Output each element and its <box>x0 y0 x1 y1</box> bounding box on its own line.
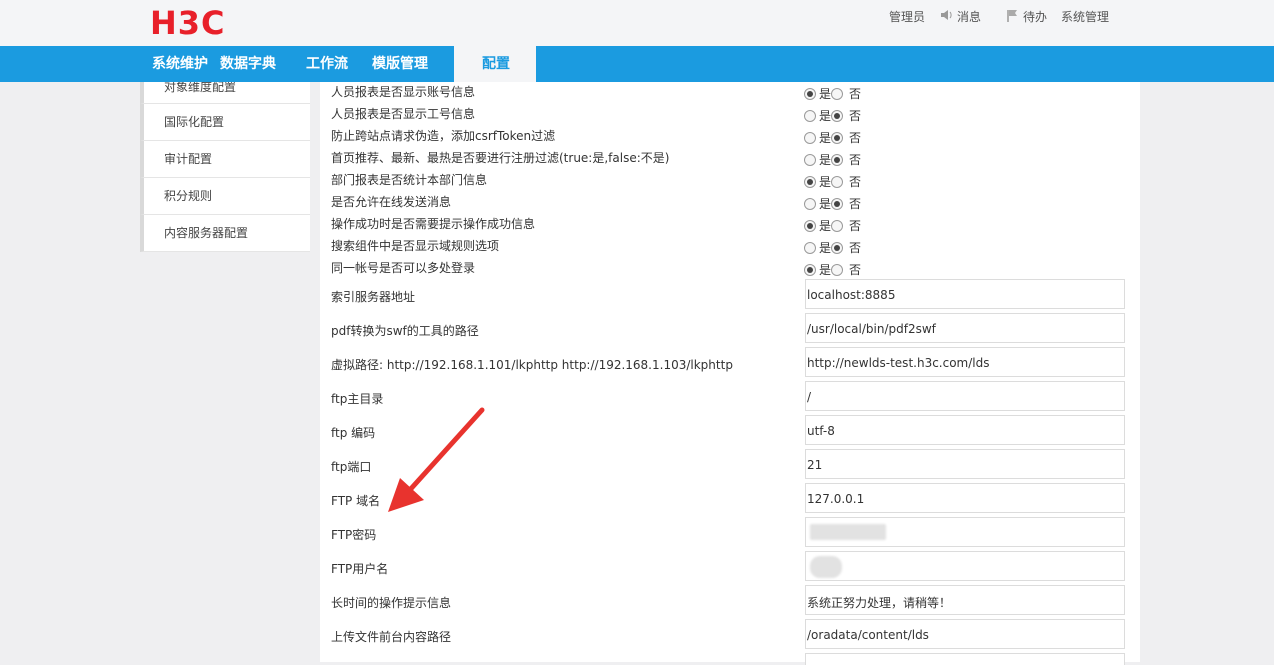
radio-no[interactable] <box>831 197 844 210</box>
virtual-path-field[interactable]: http://newlds-test.h3c.com/lds <box>805 347 1125 377</box>
system-admin-link[interactable]: 系统管理 <box>1061 8 1109 25</box>
setting-label: FTP 域名 <box>331 494 381 508</box>
admin-link[interactable]: 管理员 <box>889 8 925 25</box>
red-arrow-annotation <box>388 407 485 512</box>
radio-yes[interactable] <box>804 131 816 144</box>
yes-no-radio: 是 否 <box>804 261 861 278</box>
radio-yes[interactable] <box>804 175 816 188</box>
next-setting-field[interactable] <box>805 653 1125 665</box>
ftp-encoding-field[interactable]: utf-8 <box>805 415 1125 445</box>
setting-label: ftp主目录 <box>331 392 384 406</box>
radio-no[interactable] <box>831 263 844 276</box>
setting-label: FTP用户名 <box>331 562 389 576</box>
sidebar: 对象维度配置 国际化配置 审计配置 积分规则 内容服务器配置 <box>140 82 310 252</box>
top-bar: H3C 管理员 消息 待办 系统管理 <box>0 0 1274 46</box>
setting-label: 首页推荐、最新、最热是否要进行注册过滤(true:是,false:不是) <box>331 151 670 165</box>
radio-no[interactable] <box>831 153 844 166</box>
radio-yes[interactable] <box>804 241 816 254</box>
todo-link[interactable]: 待办 <box>1005 8 1047 25</box>
sidebar-item-content-server[interactable]: 内容服务器配置 <box>140 215 310 252</box>
setting-label: 是否允许在线发送消息 <box>331 195 452 209</box>
radio-no[interactable] <box>831 131 844 144</box>
main-nav: 系统维护 数据字典 工作流 模版管理 配置 <box>0 46 1274 82</box>
redacted-blur <box>810 556 842 578</box>
radio-yes[interactable] <box>804 263 816 276</box>
setting-label: 长时间的操作提示信息 <box>331 596 452 610</box>
messages-link[interactable]: 消息 <box>939 8 981 25</box>
radio-no[interactable] <box>831 219 844 232</box>
yes-no-radio: 是 否 <box>804 107 861 124</box>
pdf2swf-path-field[interactable]: /usr/local/bin/pdf2swf <box>805 313 1125 343</box>
setting-label: 搜索组件中是否显示域规则选项 <box>331 239 500 253</box>
sidebar-item-points[interactable]: 积分规则 <box>140 178 310 215</box>
radio-no[interactable] <box>831 109 844 122</box>
radio-yes[interactable] <box>804 197 816 210</box>
setting-label: ftp 编码 <box>331 426 376 440</box>
radio-no[interactable] <box>831 241 844 254</box>
nav-system-maintenance[interactable]: 系统维护 <box>140 46 220 82</box>
setting-label: ftp端口 <box>331 460 372 474</box>
sidebar-item-object-dimension[interactable]: 对象维度配置 <box>140 82 310 104</box>
sidebar-item-i18n[interactable]: 国际化配置 <box>140 104 310 141</box>
ftp-username-field[interactable] <box>805 551 1125 581</box>
setting-label: FTP密码 <box>331 528 377 542</box>
setting-label: 上传文件前台内容路径 <box>331 630 452 644</box>
nav-data-dictionary[interactable]: 数据字典 <box>220 46 288 82</box>
yes-no-radio: 是 否 <box>804 239 861 256</box>
settings-panel: 人员报表是否显示账号信息 是 否 人员报表是否显示工号信息 是 否 防止跨站点请… <box>320 82 1140 665</box>
nav-workflow[interactable]: 工作流 <box>288 46 360 82</box>
yes-no-radio: 是 否 <box>804 85 861 102</box>
radio-yes[interactable] <box>804 87 816 100</box>
setting-label: 防止跨站点请求伪造，添加csrfToken过滤 <box>331 129 556 143</box>
yes-no-radio: 是 否 <box>804 129 861 146</box>
radio-no[interactable] <box>831 87 844 100</box>
setting-label: 虚拟路径: http://192.168.1.101/lkphttp http:… <box>331 358 733 372</box>
yes-no-radio: 是 否 <box>804 151 861 168</box>
setting-label: 人员报表是否显示工号信息 <box>331 107 476 121</box>
upload-content-path-field[interactable]: /oradata/content/lds <box>805 619 1125 649</box>
sidebar-item-audit[interactable]: 审计配置 <box>140 141 310 178</box>
flag-icon <box>1005 9 1021 25</box>
setting-label: pdf转换为swf的工具的路径 <box>331 324 479 338</box>
setting-label: 操作成功时是否需要提示操作成功信息 <box>331 217 536 231</box>
yes-no-radio: 是 否 <box>804 195 861 212</box>
yes-no-radio: 是 否 <box>804 173 861 190</box>
speaker-icon <box>939 9 955 24</box>
setting-label: 索引服务器地址 <box>331 290 416 304</box>
radio-no[interactable] <box>831 175 844 188</box>
nav-template-management[interactable]: 模版管理 <box>360 46 440 82</box>
long-op-message-field[interactable]: 系统正努力处理，请稍等！ <box>805 585 1125 615</box>
ftp-domain-field[interactable]: 127.0.0.1 <box>805 483 1125 513</box>
radio-yes[interactable] <box>804 109 816 122</box>
h3c-logo[interactable]: H3C <box>150 6 226 40</box>
setting-label: 人员报表是否显示账号信息 <box>331 85 476 99</box>
setting-label: 部门报表是否统计本部门信息 <box>331 173 488 187</box>
user-links: 管理员 消息 待办 系统管理 <box>875 8 1109 25</box>
yes-no-radio: 是 否 <box>804 217 861 234</box>
radio-yes[interactable] <box>804 153 816 166</box>
ftp-home-field[interactable]: / <box>805 381 1125 411</box>
index-server-field[interactable]: localhost:8885 <box>805 279 1125 309</box>
radio-yes[interactable] <box>804 219 816 232</box>
redacted-blur <box>810 524 886 540</box>
setting-label: 同一帐号是否可以多处登录 <box>331 261 476 275</box>
nav-config[interactable]: 配置 <box>454 46 536 82</box>
ftp-port-field[interactable]: 21 <box>805 449 1125 479</box>
ftp-password-field[interactable] <box>805 517 1125 547</box>
